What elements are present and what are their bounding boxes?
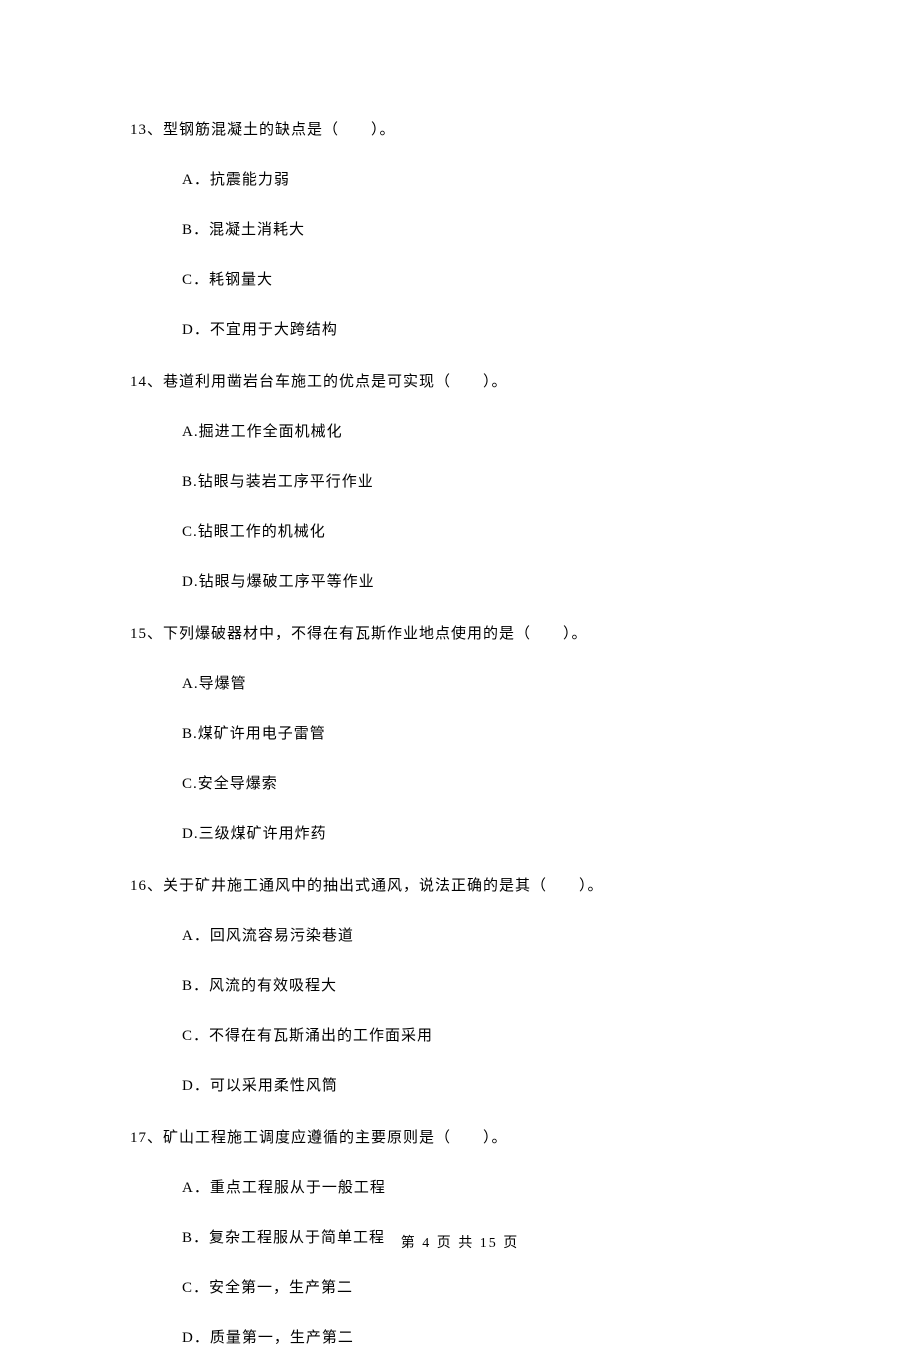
question-body: 关于矿井施工通风中的抽出式通风，说法正确的是其（ ）。 xyxy=(163,878,604,894)
option-a: A．回风流容易污染巷道 xyxy=(182,924,790,948)
question-text: 17、矿山工程施工调度应遵循的主要原则是（ ）。 xyxy=(130,1126,790,1150)
option-c: C.安全导爆索 xyxy=(182,772,790,796)
option-c: C．耗钢量大 xyxy=(182,268,790,292)
question-number: 13、 xyxy=(130,122,163,138)
option-d: D.三级煤矿许用炸药 xyxy=(182,822,790,846)
option-b: B.煤矿许用电子雷管 xyxy=(182,722,790,746)
question-body: 矿山工程施工调度应遵循的主要原则是（ ）。 xyxy=(163,1130,508,1146)
option-c: C．不得在有瓦斯涌出的工作面采用 xyxy=(182,1024,790,1048)
question-13: 13、型钢筋混凝土的缺点是（ ）。 A．抗震能力弱 B．混凝土消耗大 C．耗钢量… xyxy=(130,118,790,342)
question-number: 14、 xyxy=(130,374,163,390)
question-text: 14、巷道利用凿岩台车施工的优点是可实现（ ）。 xyxy=(130,370,790,394)
question-text: 16、关于矿井施工通风中的抽出式通风，说法正确的是其（ ）。 xyxy=(130,874,790,898)
question-body: 型钢筋混凝土的缺点是（ ）。 xyxy=(163,122,396,138)
option-a: A．重点工程服从于一般工程 xyxy=(182,1176,790,1200)
page-footer: 第 4 页 共 15 页 xyxy=(0,1232,920,1252)
option-d: D.钻眼与爆破工序平等作业 xyxy=(182,570,790,594)
question-16: 16、关于矿井施工通风中的抽出式通风，说法正确的是其（ ）。 A．回风流容易污染… xyxy=(130,874,790,1098)
page-content: 13、型钢筋混凝土的缺点是（ ）。 A．抗震能力弱 B．混凝土消耗大 C．耗钢量… xyxy=(0,0,920,1350)
question-14: 14、巷道利用凿岩台车施工的优点是可实现（ ）。 A.掘进工作全面机械化 B.钻… xyxy=(130,370,790,594)
option-a: A．抗震能力弱 xyxy=(182,168,790,192)
option-d: D．可以采用柔性风筒 xyxy=(182,1074,790,1098)
option-d: D．质量第一，生产第二 xyxy=(182,1326,790,1350)
question-body: 巷道利用凿岩台车施工的优点是可实现（ ）。 xyxy=(163,374,508,390)
option-b: B．混凝土消耗大 xyxy=(182,218,790,242)
option-c: C.钻眼工作的机械化 xyxy=(182,520,790,544)
question-number: 16、 xyxy=(130,878,163,894)
question-number: 17、 xyxy=(130,1130,163,1146)
question-text: 15、下列爆破器材中，不得在有瓦斯作业地点使用的是（ ）。 xyxy=(130,622,790,646)
option-a: A.掘进工作全面机械化 xyxy=(182,420,790,444)
question-body: 下列爆破器材中，不得在有瓦斯作业地点使用的是（ ）。 xyxy=(163,626,588,642)
option-c: C．安全第一，生产第二 xyxy=(182,1276,790,1300)
option-a: A.导爆管 xyxy=(182,672,790,696)
option-b: B．风流的有效吸程大 xyxy=(182,974,790,998)
option-d: D．不宜用于大跨结构 xyxy=(182,318,790,342)
question-text: 13、型钢筋混凝土的缺点是（ ）。 xyxy=(130,118,790,142)
option-b: B.钻眼与装岩工序平行作业 xyxy=(182,470,790,494)
question-15: 15、下列爆破器材中，不得在有瓦斯作业地点使用的是（ ）。 A.导爆管 B.煤矿… xyxy=(130,622,790,846)
question-number: 15、 xyxy=(130,626,163,642)
